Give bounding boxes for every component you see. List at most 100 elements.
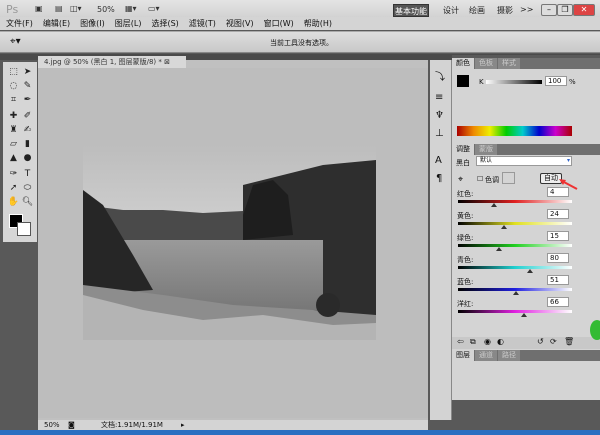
floating-widget-icon[interactable] [590,320,600,340]
minibridge-icon[interactable]: ▤ [55,4,63,13]
actions-panel-icon[interactable]: ≡ [435,92,443,103]
paragraph-panel-icon[interactable]: ¶ [436,173,442,184]
slider-thumb[interactable] [496,247,503,251]
close-tab-icon[interactable]: ⊠ [164,58,170,66]
slider-value-input[interactable]: 24 [547,209,569,219]
stamp-tool-icon[interactable]: ♜ [7,124,20,137]
delete-icon[interactable]: 🗑︎ [564,337,574,346]
history-brush-icon[interactable]: ✍ [21,124,34,137]
tab-adjustments[interactable]: 调整 [452,144,474,155]
character-panel-icon[interactable]: A [435,155,442,166]
slider-thumb[interactable] [513,291,520,295]
refresh-icon[interactable]: ⟳ [550,337,557,346]
menu-layer[interactable]: 图层(L) [115,19,142,28]
workspace-essentials[interactable]: 基本功能 [393,4,429,17]
tab-channels[interactable]: 通道 [475,350,497,361]
preset-dropdown[interactable]: 默认 ▾ [476,156,572,166]
minimize-button[interactable]: – [541,4,557,16]
tab-paths[interactable]: 路径 [498,350,520,361]
color-fg-swatch[interactable] [457,75,469,87]
slider-track[interactable] [458,200,572,203]
slider-value-input[interactable]: 80 [547,253,569,263]
status-info-icon[interactable]: ◙ [68,420,75,430]
tool-preset-icon[interactable]: ⌖▾ [10,36,21,47]
visibility-icon[interactable]: ◉ [484,337,491,346]
status-zoom[interactable]: 50% [44,420,60,430]
menu-help[interactable]: 帮助(H) [304,19,332,28]
pen-tool-icon[interactable]: ✑ [7,168,20,181]
brush-tool-icon[interactable]: ✐ [21,110,34,123]
menu-edit[interactable]: 编辑(E) [43,19,70,28]
menu-window[interactable]: 窗口(W) [264,19,294,28]
extras-icon[interactable]: ◫▾ [70,4,82,13]
gradient-tool-icon[interactable]: ▮ [21,138,34,151]
tint-color-swatch[interactable] [502,172,515,184]
reset-icon[interactable]: ↺ [537,337,544,346]
slider-track[interactable] [458,310,572,313]
clip-icon[interactable]: ⧉ [470,337,476,347]
slider-thumb[interactable] [491,203,498,207]
crop-tool-icon[interactable]: ⌗ [7,94,20,107]
slider-value-input[interactable]: 51 [547,275,569,285]
menu-filter[interactable]: 滤镜(T) [189,19,216,28]
slider-thumb[interactable] [527,269,534,273]
tab-masks[interactable]: 蒙版 [475,144,497,155]
path-select-icon[interactable]: ➚ [7,182,20,195]
close-button[interactable]: ✕ [573,4,595,16]
tab-color[interactable]: 颜色 [452,58,474,69]
slider-thumb[interactable] [520,313,527,317]
shape-tool-icon[interactable]: ⬭ [21,182,34,195]
hand-tool-icon[interactable]: ✋ [7,196,20,209]
slider-label: 绿色: [457,234,474,242]
menu-file[interactable]: 文件(F) [6,19,33,28]
blur-tool-icon[interactable]: ▲ [7,152,20,165]
status-menu-arrow[interactable]: ▸ [181,420,185,430]
history-panel-icon[interactable]: ⤵ [435,68,445,83]
menu-select[interactable]: 选择(S) [151,19,178,28]
workspace-photography[interactable]: 摄影 [497,5,513,16]
adjust-footer: ⇦ ⧉ ◉ ◐ ↺ ⟳ 🗑︎ [452,337,600,349]
arrange-icon[interactable]: ▦▾ [125,4,137,13]
bridge-icon[interactable]: ▣ [35,4,43,13]
zoom-tool-icon[interactable]: 🔍︎ [21,196,34,209]
restore-button[interactable]: ❐ [557,4,573,16]
screen-mode-icon[interactable]: ▭▾ [148,4,160,13]
dodge-tool-icon[interactable]: ● [21,152,34,165]
document-image[interactable] [83,145,376,340]
eyedropper-icon[interactable]: ✒ [21,94,34,107]
return-icon[interactable]: ⇦ [457,337,464,346]
document-tab[interactable]: 4.jpg @ 50% (黑白 1, 图层蒙版/8) * ⊠ [38,56,186,68]
slider-track[interactable] [458,244,572,247]
brushes-panel-icon[interactable]: ♆ [435,110,444,121]
move-tool-icon[interactable]: ➤ [21,66,34,79]
tab-styles[interactable]: 样式 [498,58,520,69]
workspace-painting[interactable]: 绘画 [469,5,485,16]
tab-layers[interactable]: 图层 [452,350,474,361]
slider-value-input[interactable]: 66 [547,297,569,307]
slider-thumb[interactable] [500,225,507,229]
target-adjust-icon[interactable]: ⌖ [458,175,463,185]
k-value-input[interactable]: 100 [545,76,567,86]
quick-select-icon[interactable]: ✎ [21,80,34,93]
slider-track[interactable] [458,266,572,269]
workspace-design[interactable]: 设计 [443,5,459,16]
tint-checkbox[interactable]: ☐ [477,175,483,183]
zoom-dropdown[interactable]: 50% [97,5,115,14]
slider-track[interactable] [458,222,572,225]
workspace-more[interactable]: >> [520,5,533,14]
menu-view[interactable]: 视图(V) [226,19,254,28]
k-slider[interactable] [486,80,542,84]
menu-image[interactable]: 图像(I) [80,19,105,28]
clone-source-icon[interactable]: ⊥ [435,128,444,139]
marquee-tool-icon[interactable]: ⬚ [7,66,20,79]
slider-value-input[interactable]: 4 [547,187,569,197]
slider-value-input[interactable]: 15 [547,231,569,241]
view-previous-icon[interactable]: ◐ [497,337,504,346]
healing-brush-icon[interactable]: ✚ [7,110,20,123]
tab-swatches[interactable]: 色板 [475,58,497,69]
type-tool-icon[interactable]: T [21,168,34,181]
lasso-tool-icon[interactable]: ◌ [7,80,20,93]
background-color-swatch[interactable] [17,222,31,236]
color-spectrum[interactable] [457,126,572,136]
eraser-tool-icon[interactable]: ▱ [7,138,20,151]
